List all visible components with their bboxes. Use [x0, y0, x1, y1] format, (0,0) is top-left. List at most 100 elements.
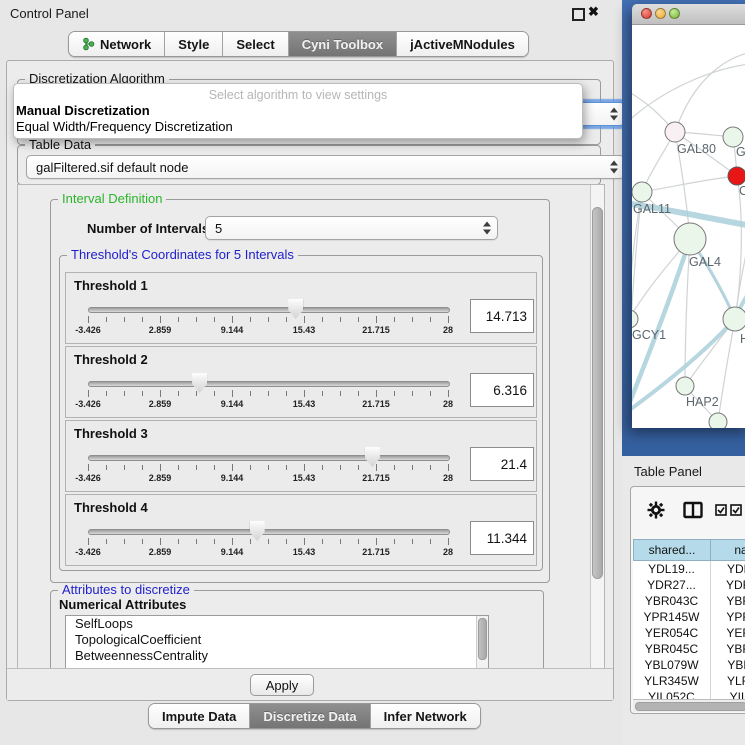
panel-scrollbar[interactable]	[590, 185, 604, 670]
table-row[interactable]: YIL052CYIL0	[633, 689, 745, 699]
apply-strip: Apply	[7, 668, 613, 700]
slider-tick-label: 28	[443, 325, 453, 335]
slider-tick	[394, 539, 395, 544]
table-hscrollbar-thumb[interactable]	[635, 702, 745, 711]
table-row[interactable]: YER054CYER0	[633, 625, 745, 641]
slider-tick-label: 2.859	[149, 547, 172, 557]
cell-shared-name: YBL079W	[633, 657, 711, 673]
slider-tick-label: 28	[443, 399, 453, 409]
dropdown-option-equal-width-frequency[interactable]: Equal Width/Frequency Discretization	[16, 119, 233, 134]
slider-tick	[142, 539, 143, 544]
tab-discretize-data[interactable]: Discretize Data	[250, 704, 370, 728]
slider-tick-label: -3.426	[75, 399, 101, 409]
network-node[interactable]	[676, 377, 694, 395]
threshold-slider-track[interactable]	[88, 381, 450, 387]
interval-definition-group: Interval Definition Number of Intervals …	[50, 199, 550, 583]
threshold-slider-thumb[interactable]	[250, 521, 265, 541]
slider-tick	[250, 539, 251, 544]
tab-style[interactable]: Style	[165, 32, 223, 56]
network-node-label: GAL80	[677, 142, 716, 156]
apply-button[interactable]: Apply	[250, 674, 314, 696]
threshold-value-field[interactable]: 21.4	[470, 447, 534, 481]
network-canvas[interactable]: GAL80GCGAL11GAL4GCY1HHAP2	[632, 25, 745, 428]
tab-network[interactable]: Network	[69, 32, 165, 56]
slider-tick-label: 21.715	[362, 473, 390, 483]
slider-tick	[340, 465, 341, 470]
tab-infer-network[interactable]: Infer Network	[371, 704, 480, 728]
network-node[interactable]	[723, 127, 743, 147]
slider-tick-label: 21.715	[362, 547, 390, 557]
minimize-window-icon[interactable]	[655, 8, 666, 19]
network-window-titlebar	[632, 4, 745, 25]
tab-impute-data[interactable]: Impute Data	[149, 704, 250, 728]
column-header-name[interactable]: na	[710, 539, 745, 561]
threshold-slider-thumb[interactable]	[192, 373, 207, 393]
select-columns-checkboxes-icon[interactable]	[715, 504, 743, 516]
table-row[interactable]: YDL19...YDL1	[633, 561, 745, 577]
threshold-value-field[interactable]: 14.713	[470, 299, 534, 333]
split-columns-icon[interactable]	[683, 501, 703, 519]
dropdown-option-manual-discretization[interactable]: Manual Discretization	[16, 103, 150, 118]
network-node[interactable]	[674, 223, 706, 255]
table-horizontal-scrollbar[interactable]	[633, 699, 745, 712]
network-node[interactable]	[709, 413, 727, 428]
tab-jactivemnodules[interactable]: jActiveMNodules	[397, 32, 528, 56]
slider-tick	[286, 391, 287, 396]
attribute-list-item[interactable]: SelfLoops	[66, 616, 488, 632]
panel-scrollbar-thumb[interactable]	[592, 207, 603, 579]
table-data-combobox[interactable]: galFiltered.sif default node	[26, 155, 625, 179]
cell-name: YDR2	[711, 577, 745, 593]
network-node[interactable]	[723, 307, 745, 331]
slider-tick	[268, 317, 269, 322]
table-row[interactable]: YBR043CYBR0	[633, 593, 745, 609]
slider-tick	[124, 391, 125, 396]
slider-tick	[376, 538, 377, 545]
table-row[interactable]: YBL079WYBL0	[633, 657, 745, 673]
close-panel-icon[interactable]: ✖	[588, 5, 599, 19]
tab-network-label: Network	[100, 37, 151, 52]
threshold-slider-track[interactable]	[88, 529, 450, 535]
list-scrollbar-thumb[interactable]	[478, 618, 487, 660]
network-node-label: C	[739, 184, 745, 198]
threshold-slider-thumb[interactable]	[365, 447, 380, 467]
float-panel-icon[interactable]	[572, 8, 585, 21]
table-row[interactable]: YBR045CYBR0	[633, 641, 745, 657]
zoom-window-icon[interactable]	[669, 8, 680, 19]
attribute-list-item[interactable]: BetweennessCentrality	[66, 648, 488, 664]
table-row[interactable]: YDR27...YDR2	[633, 577, 745, 593]
threshold-value-field[interactable]: 6.316	[470, 373, 534, 407]
list-scrollbar[interactable]	[476, 616, 488, 671]
slider-tick	[268, 391, 269, 396]
control-panel-titlebar: Control Panel ✖	[0, 0, 622, 26]
threshold-slider-track[interactable]	[88, 455, 450, 461]
close-window-icon[interactable]	[641, 8, 652, 19]
slider-tick-label: 2.859	[149, 473, 172, 483]
threshold-slider-track[interactable]	[88, 307, 450, 313]
cell-shared-name: YLR345W	[633, 673, 711, 689]
table-row[interactable]: YPR145WYPR1	[633, 609, 745, 625]
network-node-label: HAP2	[686, 395, 719, 409]
network-node[interactable]	[728, 167, 745, 185]
column-header-shared-name[interactable]: shared...	[633, 539, 710, 561]
network-node[interactable]	[632, 182, 652, 202]
number-of-intervals-combobox[interactable]: 5	[205, 216, 498, 240]
cell-shared-name: YIL052C	[633, 689, 711, 699]
slider-tick-label: 28	[443, 547, 453, 557]
network-node[interactable]	[632, 310, 638, 328]
network-node[interactable]	[665, 122, 685, 142]
threshold-value-field[interactable]: 11.344	[470, 521, 534, 555]
slider-tick	[196, 317, 197, 322]
threshold-label: Threshold 3	[74, 426, 148, 441]
tab-select[interactable]: Select	[223, 32, 288, 56]
cell-shared-name: YER054C	[633, 625, 711, 641]
tab-cyni-toolbox[interactable]: Cyni Toolbox	[289, 32, 397, 56]
table-row[interactable]: YLR345WYLR3	[633, 673, 745, 689]
threshold-slider-thumb[interactable]	[288, 299, 303, 319]
slider-tick	[412, 317, 413, 322]
slider-tick	[250, 465, 251, 470]
attribute-list-item[interactable]: TopologicalCoefficient	[66, 632, 488, 648]
settings-gear-icon[interactable]	[647, 501, 665, 519]
network-edge	[642, 176, 737, 192]
slider-tick-label: 9.144	[221, 399, 244, 409]
network-icon	[82, 37, 95, 51]
